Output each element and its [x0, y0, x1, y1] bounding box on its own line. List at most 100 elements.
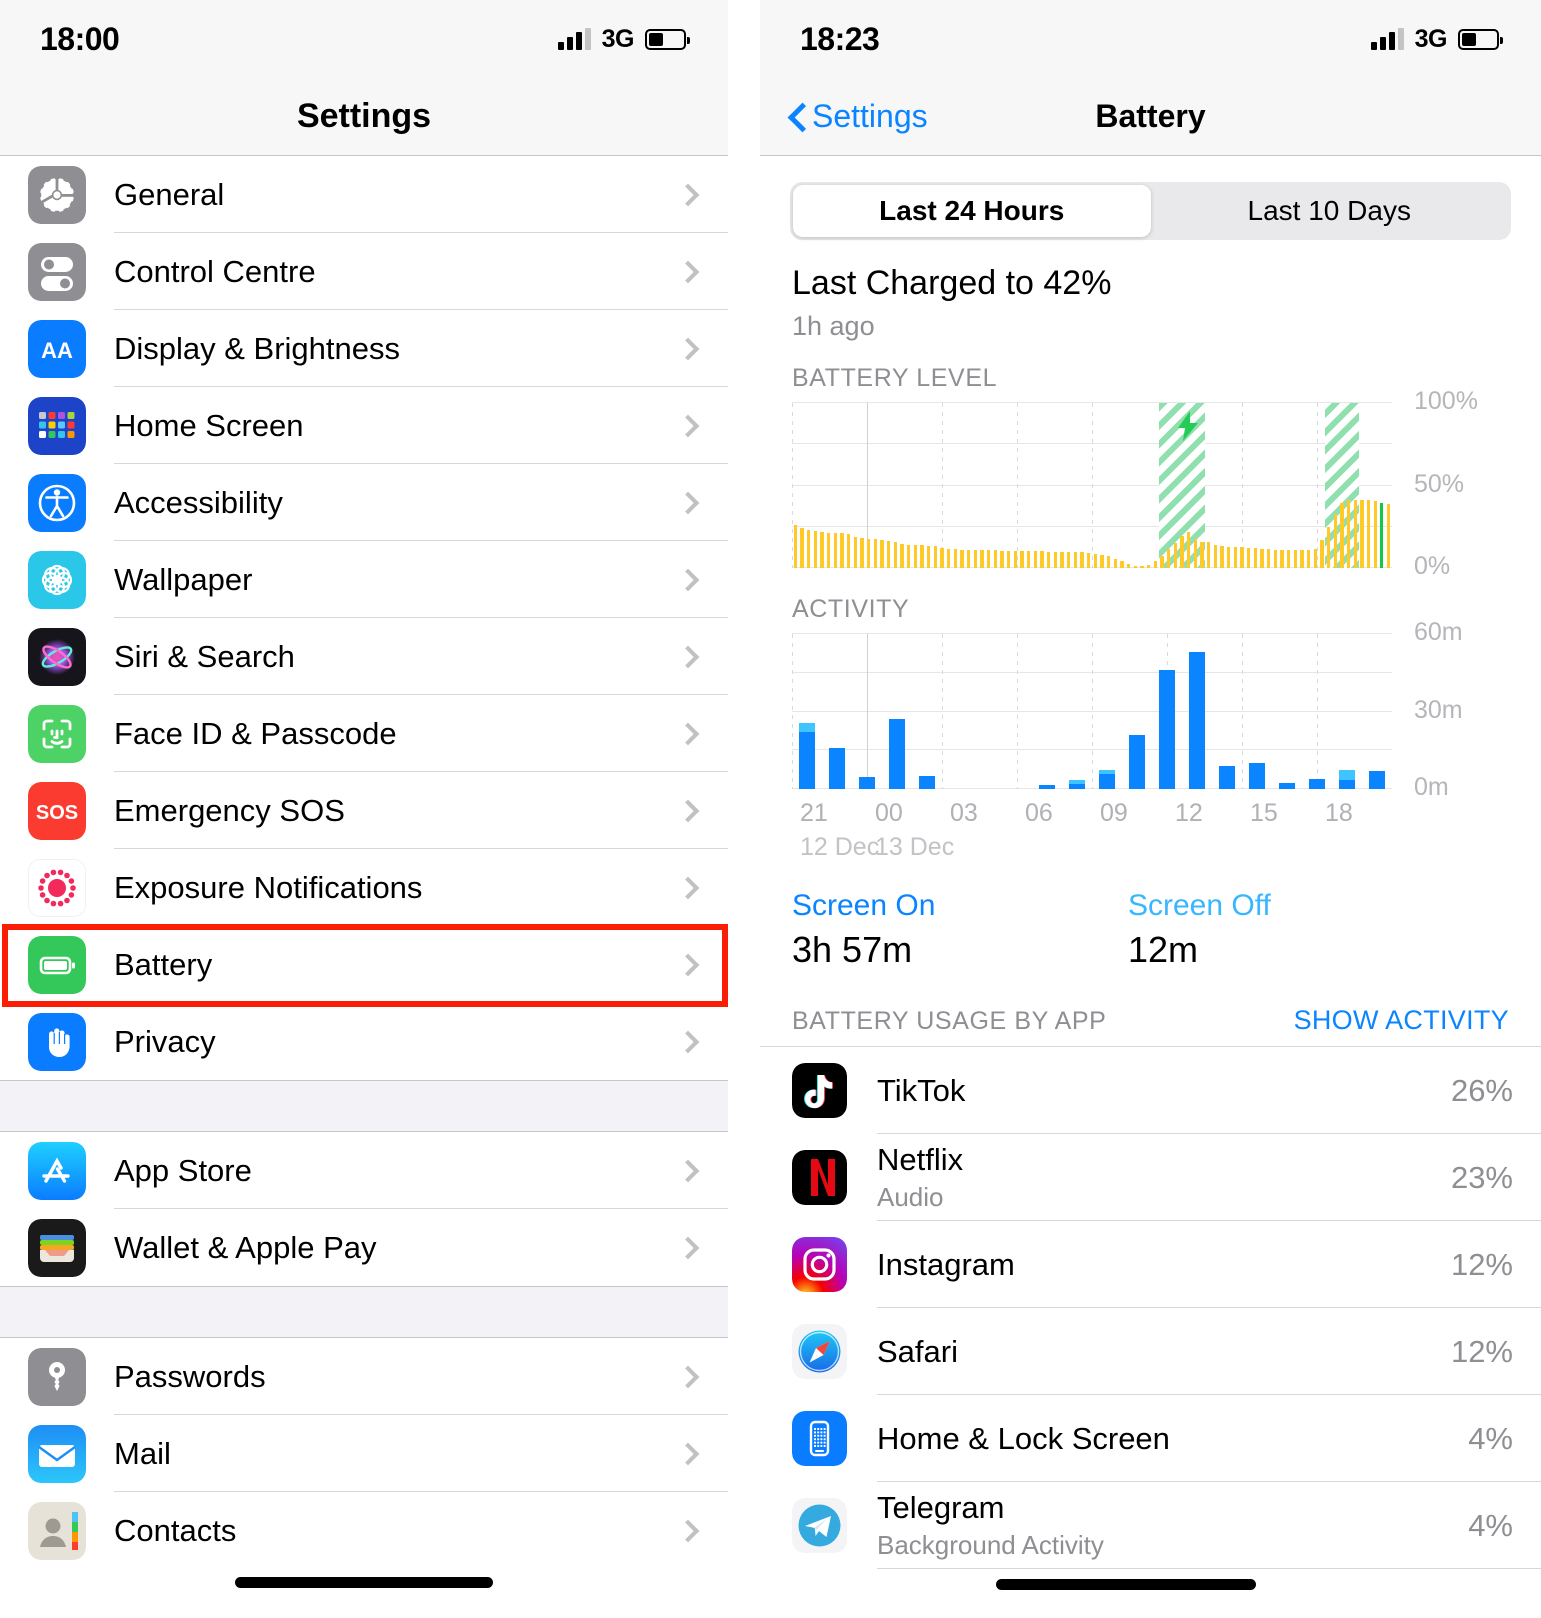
activity-bar: [1248, 763, 1266, 789]
battery-level-bar: [913, 544, 918, 568]
nav-bar-right: Settings Battery: [760, 78, 1541, 156]
app-name: Telegram: [877, 1490, 1005, 1525]
screen-on-value: 3h 57m: [792, 929, 913, 970]
app-battery-percent: 23%: [1450, 1159, 1513, 1195]
sidebar-item-contacts[interactable]: Contacts: [0, 1492, 728, 1569]
chevron-right-icon: [676, 953, 700, 976]
x-axis-tick-label: 03: [950, 799, 978, 827]
battery-level-bar: [953, 549, 958, 568]
battery-level-bar: [873, 539, 878, 568]
chevron-right-icon: [676, 799, 700, 822]
sidebar-item-emergency-sos[interactable]: SOS Emergency SOS: [0, 772, 728, 849]
sidebar-item-battery[interactable]: Battery: [0, 926, 728, 1003]
sidebar-item-label: Siri & Search: [114, 638, 295, 674]
app-usage-row[interactable]: Instagram 12%: [760, 1221, 1541, 1308]
app-usage-row[interactable]: Telegram Background Activity 4%: [760, 1482, 1541, 1569]
sidebar-item-control-centre[interactable]: Control Centre: [0, 233, 728, 310]
battery-level-bar: [1226, 546, 1231, 568]
battery-level-bar: [1273, 549, 1278, 568]
battery-level-bar: [1026, 550, 1031, 568]
activity-bar-screen-on: [888, 719, 906, 789]
battery-level-bar: [1140, 566, 1144, 568]
sidebar-item-label: General: [114, 176, 225, 212]
battery-level-bar: [1293, 549, 1298, 568]
battery-usage-by-app-label: BATTERY USAGE BY APP: [792, 1007, 1107, 1035]
chevron-right-icon: [676, 568, 700, 591]
sidebar-item-siri-search[interactable]: Siri & Search: [0, 618, 728, 695]
battery-level-bar: [1053, 551, 1058, 568]
app-name: Safari: [877, 1333, 958, 1369]
app-usage-text: Netflix Audio: [877, 1142, 1451, 1213]
battery-level-bar: [966, 549, 971, 568]
battery-level-bar: [1313, 549, 1318, 568]
sidebar-item-home-screen[interactable]: Home Screen: [0, 387, 728, 464]
battery-level-plot: [792, 402, 1392, 568]
sidebar-item-label: App Store: [114, 1152, 252, 1188]
activity-bar-screen-on: [1038, 785, 1056, 789]
show-activity-button[interactable]: SHOW ACTIVITY: [1294, 1005, 1509, 1036]
x-axis-date-label: 13 Dec: [875, 833, 955, 861]
app-battery-percent: 12%: [1450, 1333, 1513, 1369]
battery-level-bar: [1380, 502, 1384, 568]
app-usage-row[interactable]: TikTok 26%: [760, 1047, 1541, 1134]
battery-level-bar: [1040, 550, 1044, 568]
sidebar-item-general[interactable]: General: [0, 156, 728, 233]
battery-level-bar: [1206, 542, 1211, 568]
activity-bar-screen-on: [858, 777, 876, 789]
sidebar-item-app-store[interactable]: App Store: [0, 1132, 728, 1209]
screen-on-label: Screen On: [792, 889, 936, 922]
segment-last-24-hours[interactable]: Last 24 Hours: [793, 185, 1151, 237]
battery-level-chart[interactable]: 100% 50% 0%: [792, 387, 1541, 580]
battery-level-bar: [1180, 535, 1184, 568]
battery-level-bar: [1286, 549, 1291, 568]
battery-level-bar: [1093, 553, 1098, 568]
instagram-icon: [792, 1237, 847, 1292]
chevron-right-icon: [676, 260, 700, 283]
battery-level-bar: [1013, 550, 1018, 568]
sidebar-item-privacy[interactable]: Privacy: [0, 1003, 728, 1080]
x-axis-tick-label: 21: [800, 799, 828, 827]
battery-level-bar: [1020, 550, 1024, 568]
chevron-right-icon: [676, 183, 700, 206]
battery-level-bar: [1266, 549, 1271, 568]
sidebar-item-face-id-passcode[interactable]: Face ID & Passcode: [0, 695, 728, 772]
battery-level-bar: [980, 549, 984, 568]
battery-usage-header: BATTERY USAGE BY APP SHOW ACTIVITY: [792, 1005, 1509, 1036]
sidebar-item-accessibility[interactable]: Accessibility: [0, 464, 728, 541]
sidebar-item-wallet-apple-pay[interactable]: Wallet & Apple Pay: [0, 1209, 728, 1286]
app-usage-row[interactable]: Netflix Audio 23%: [760, 1134, 1541, 1221]
sidebar-item-display-brightness[interactable]: AA Display & Brightness: [0, 310, 728, 387]
back-button[interactable]: Settings: [790, 98, 928, 135]
sidebar-item-wallpaper[interactable]: Wallpaper: [0, 541, 728, 618]
x-axis-tick-label: 15: [1250, 799, 1278, 827]
battery-level-bar: [900, 544, 904, 568]
activity-bar: [1368, 770, 1386, 789]
app-name: Netflix: [877, 1142, 964, 1177]
battery-level-bar: [1326, 526, 1331, 568]
activity-bar-screen-on: [828, 747, 846, 789]
app-usage-row[interactable]: Home & Lock Screen 4%: [760, 1395, 1541, 1482]
battery-level-bar: [1233, 546, 1238, 568]
activity-bar-screen-on: [1278, 782, 1296, 789]
segment-last-10-days[interactable]: Last 10 Days: [1151, 185, 1509, 237]
sidebar-item-passwords[interactable]: Passwords: [0, 1338, 728, 1415]
sidebar-item-exposure-notifications[interactable]: Exposure Notifications: [0, 849, 728, 926]
battery-level-bar: [1146, 565, 1151, 568]
gridline: [1092, 403, 1093, 568]
status-bar-left: 18:00 3G: [0, 0, 728, 78]
battery-level-bar: [1006, 550, 1011, 568]
chevron-right-icon: [676, 1365, 700, 1388]
panel-gutter: [728, 0, 760, 1618]
siri-icon: [28, 627, 86, 686]
battery-level-bar: [1106, 556, 1111, 568]
time-range-segmented-control[interactable]: Last 24 Hours Last 10 Days: [790, 182, 1511, 240]
chevron-right-icon: [676, 337, 700, 360]
battery-level-bar: [806, 530, 811, 568]
battery-level-bar: [1200, 541, 1204, 568]
app-usage-row[interactable]: Safari 12%: [760, 1308, 1541, 1395]
sidebar-item-mail[interactable]: Mail: [0, 1415, 728, 1492]
activity-chart[interactable]: 60m 30m 0m 21 00 03 06 09 12 15 18 12 Dec 13 Dec: [792, 618, 1541, 861]
app-usage-text: Instagram: [877, 1247, 1451, 1283]
two-phone-screenshots: 18:00 3G Settings General Control Centre…: [0, 0, 1541, 1618]
battery-screen: 18:23 3G Settings Battery Last 24 Hours …: [760, 0, 1541, 1618]
